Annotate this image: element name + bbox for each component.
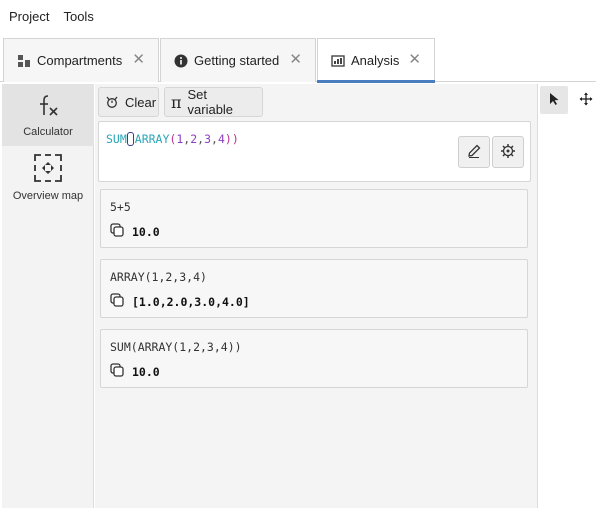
- result-expression: SUM(ARRAY(1,2,3,4)): [110, 340, 242, 354]
- copy-icon[interactable]: [110, 293, 124, 310]
- menu-project[interactable]: Project: [2, 0, 56, 34]
- sidebar-item-label: Overview map: [12, 190, 84, 202]
- expression-input[interactable]: SUM(ARRAY(1,2,3,4)): [106, 132, 239, 146]
- text-cursor: [126, 132, 134, 146]
- tab-label: Analysis: [351, 53, 400, 68]
- result-card: 5+5 10.0: [100, 189, 528, 248]
- copy-icon[interactable]: [110, 363, 124, 380]
- analysis-icon: [331, 54, 345, 68]
- tab-label: Compartments: [37, 53, 123, 68]
- tab-analysis[interactable]: Analysis ✕: [317, 38, 435, 83]
- token-paren: ): [231, 132, 239, 146]
- result-card: SUM(ARRAY(1,2,3,4)) 10.0: [100, 329, 528, 388]
- set-variable-button-label: Set variable: [187, 87, 234, 117]
- token-paren: ): [224, 132, 232, 146]
- close-icon[interactable]: ✕: [132, 50, 145, 68]
- compartments-icon: [17, 54, 31, 68]
- tab-compartments[interactable]: Compartments ✕: [3, 38, 159, 82]
- evaluate-settings-button[interactable]: [492, 136, 524, 168]
- broom-icon: [105, 95, 119, 109]
- result-value: 10.0: [132, 364, 160, 379]
- copy-icon[interactable]: [110, 223, 124, 240]
- clear-button-label: Clear: [125, 94, 157, 110]
- close-icon[interactable]: ✕: [289, 50, 302, 68]
- pan-tool-button[interactable]: [572, 86, 596, 114]
- token-function: ARRAY: [134, 132, 170, 146]
- token-comma: ,: [211, 132, 218, 146]
- tab-label: Getting started: [194, 53, 280, 68]
- token-number: 4: [217, 132, 225, 146]
- token-function: SUM: [106, 132, 127, 146]
- close-icon[interactable]: ✕: [408, 50, 421, 68]
- result-expression: 5+5: [110, 200, 131, 214]
- pointer-icon: [548, 92, 560, 109]
- info-icon: [174, 54, 188, 68]
- expression-editor[interactable]: SUM(ARRAY(1,2,3,4)): [98, 121, 531, 182]
- edit-button[interactable]: [458, 136, 490, 168]
- sidebar-item-calculator[interactable]: Calculator: [2, 84, 94, 146]
- sidebar: Calculator Overview map: [2, 84, 94, 508]
- token-number: 3: [204, 132, 212, 146]
- tab-bar: Compartments ✕ Getting started ✕ Analysi…: [0, 36, 596, 83]
- pi-icon: π: [171, 92, 182, 112]
- sidebar-item-label: Calculator: [23, 126, 73, 138]
- sidebar-item-overview-map[interactable]: Overview map: [2, 150, 94, 208]
- pencil-icon: [466, 143, 482, 162]
- menu-tools[interactable]: Tools: [56, 0, 100, 34]
- gear-icon: [500, 143, 516, 162]
- result-value: 10.0: [132, 224, 160, 239]
- tab-getting-started[interactable]: Getting started ✕: [160, 38, 316, 82]
- move-icon: [579, 92, 593, 109]
- calculator-panel: Clear π Set variable SUM(ARRAY(1,2,3,4))…: [95, 84, 538, 508]
- result-expression: ARRAY(1,2,3,4): [110, 270, 207, 284]
- function-icon: [35, 93, 61, 122]
- result-card: ARRAY(1,2,3,4) [1.0,2.0,3.0,4.0]: [100, 259, 528, 318]
- overview-map-icon: [33, 153, 63, 186]
- set-variable-button[interactable]: π Set variable: [164, 87, 263, 117]
- menu-bar: Project Tools: [0, 0, 596, 34]
- select-tool-button[interactable]: [540, 86, 568, 114]
- result-value: [1.0,2.0,3.0,4.0]: [132, 294, 250, 309]
- clear-button[interactable]: Clear: [98, 87, 159, 117]
